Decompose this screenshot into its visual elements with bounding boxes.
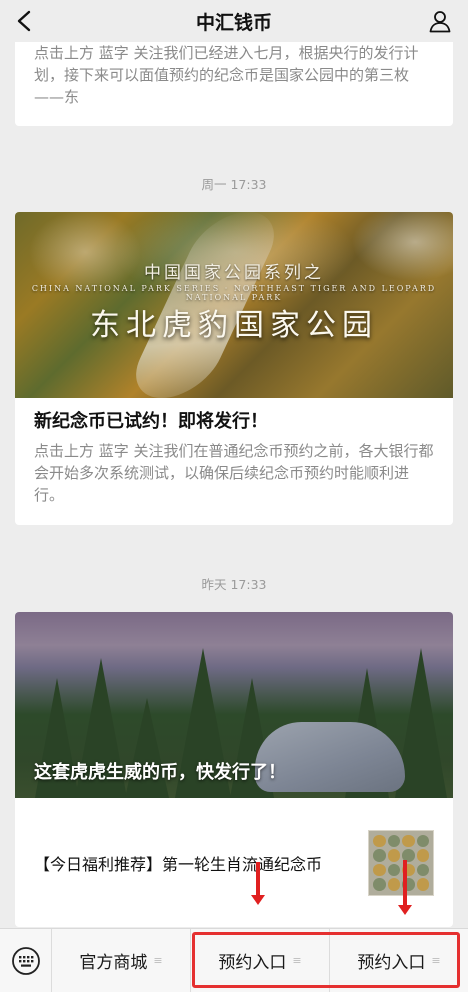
coin-album-thumbnail <box>368 829 434 896</box>
article-card[interactable]: 中国国家公园系列之 CHINA NATIONAL PARK SERIES · N… <box>15 212 453 525</box>
sub-article-title: 【今日福利推荐】第一轮生肖流通纪念币 <box>34 854 323 874</box>
article-summary: 点击上方 蓝字 关注我们已经进入七月，根据央行的发行计划，接下来可以面值预约的纪… <box>34 44 419 106</box>
cover-subtitle: 中国国家公园系列之 <box>144 263 324 283</box>
red-arrow-annotation <box>398 860 412 915</box>
profile-button[interactable] <box>426 7 454 35</box>
menu-item-official-store[interactable]: 官方商城 ≡ <box>52 929 190 992</box>
person-icon <box>429 11 451 33</box>
chevron-left-icon <box>17 10 31 32</box>
timestamp: 昨天 17:33 <box>201 577 267 592</box>
page-title: 中汇钱币 <box>195 11 272 34</box>
submenu-indicator-icon: ≡ <box>153 954 163 967</box>
bottom-menu-bar: 官方商城 ≡ 预约入口 ≡ 预约入口 ≡ <box>0 928 468 992</box>
article-cover-image: 这套虎虎生威的币，快发行了！ <box>15 612 453 798</box>
sub-article-row[interactable]: 【今日福利推荐】第一轮生肖流通纪念币 <box>15 798 453 927</box>
menu-item-reservation-entry-2[interactable]: 预约入口 ≡ <box>329 929 468 992</box>
menu-item-label: 预约入口 <box>357 953 426 973</box>
nav-header: 中汇钱币 <box>0 0 468 42</box>
cover-title: 这套虎虎生威的币，快发行了！ <box>34 762 286 783</box>
cover-title: 东北虎豹国家公园 <box>90 308 378 343</box>
submenu-indicator-icon: ≡ <box>431 954 441 967</box>
article-summary: 点击上方 蓝字 关注我们在普通纪念币预约之前，各大银行都会开始多次系统测试，以确… <box>34 442 434 504</box>
article-cover-image: 中国国家公园系列之 CHINA NATIONAL PARK SERIES · N… <box>15 212 453 398</box>
menu-item-label: 官方商城 <box>79 953 148 973</box>
article-card-partial[interactable]: 点击上方 蓝字 关注我们已经进入七月，根据央行的发行计划，接下来可以面值预约的纪… <box>15 42 453 126</box>
article-body: 新纪念币已试约！即将发行！ 点击上方 蓝字 关注我们在普通纪念币预约之前，各大银… <box>15 398 453 506</box>
article-card[interactable]: 这套虎虎生威的币，快发行了！ 【今日福利推荐】第一轮生肖流通纪念币 <box>15 612 453 927</box>
menu-item-label: 预约入口 <box>218 953 287 973</box>
submenu-indicator-icon: ≡ <box>292 954 302 967</box>
keyboard-toggle-button[interactable] <box>0 929 52 992</box>
menu-item-reservation-entry[interactable]: 预约入口 ≡ <box>190 929 329 992</box>
message-feed[interactable]: 点击上方 蓝字 关注我们已经进入七月，根据央行的发行计划，接下来可以面值预约的纪… <box>0 42 468 928</box>
article-title: 新纪念币已试约！即将发行！ <box>34 411 268 432</box>
red-arrow-annotation <box>251 862 265 905</box>
timestamp: 周一 17:33 <box>201 177 267 192</box>
back-button[interactable] <box>10 6 40 36</box>
keyboard-icon <box>11 946 40 975</box>
